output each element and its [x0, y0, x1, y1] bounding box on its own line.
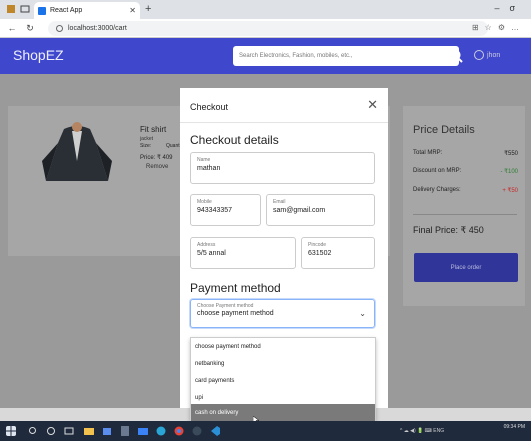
- browser-tab[interactable]: React App ✕: [34, 2, 140, 19]
- language-indicator[interactable]: ENG: [433, 428, 444, 434]
- price-row-label: Discount on MRP:: [413, 168, 462, 174]
- close-icon[interactable]: ✕: [367, 97, 378, 113]
- new-tab-icon[interactable]: +: [145, 3, 151, 15]
- product-size-label: Size:: [140, 143, 152, 149]
- search-input[interactable]: Search Electronics, Fashion, mobiles, et…: [233, 46, 459, 66]
- user-avatar-icon: [474, 50, 484, 60]
- address-field[interactable]: Address 5/5 annal: [190, 237, 296, 269]
- product-subtitle: jacket: [140, 136, 154, 142]
- modal-title: Checkout: [190, 102, 229, 112]
- checkout-details-title: Checkout details: [190, 133, 279, 147]
- window-controls[interactable]: –σ: [494, 3, 525, 13]
- task-view-icon[interactable]: [64, 426, 74, 436]
- remove-button[interactable]: Remove: [146, 164, 168, 170]
- product-quantity-label: Quant: [166, 143, 180, 149]
- price-row-label: Total MRP:: [413, 150, 443, 156]
- search-icon[interactable]: [448, 47, 464, 65]
- product-title[interactable]: Fit shirt: [140, 125, 166, 134]
- product-image: [42, 122, 112, 181]
- option-choose[interactable]: choose payment method: [191, 338, 375, 355]
- option-card-payments[interactable]: card payments: [191, 372, 375, 389]
- vscode-icon[interactable]: [210, 426, 220, 436]
- email-field[interactable]: Email sam@gmail.com: [266, 194, 375, 226]
- chevron-down-icon[interactable]: ⌄: [359, 309, 366, 318]
- calculator-icon[interactable]: [120, 426, 130, 436]
- close-tab-icon[interactable]: ✕: [129, 6, 136, 15]
- url-field[interactable]: localhost:3000/cart: [48, 21, 488, 36]
- select-label: Choose Payment method: [197, 303, 254, 309]
- field-value: mathan: [197, 165, 221, 172]
- payment-method-title: Payment method: [190, 281, 281, 295]
- price-row-value: - ₹100: [500, 169, 519, 175]
- browser-actions-icons[interactable]: ⊞☆⚙…: [472, 23, 525, 32]
- field-label: Mobile: [197, 199, 212, 205]
- windows-start-icon[interactable]: [6, 426, 16, 436]
- store-icon[interactable]: [102, 426, 112, 436]
- clock[interactable]: 09:34 PM: [504, 424, 525, 431]
- browser-tab-bar: React App ✕ + –σ: [0, 0, 531, 19]
- product-price: Price: ₹ 409: [140, 155, 173, 161]
- search-taskbar-icon[interactable]: [28, 426, 38, 436]
- price-row-discount: Discount on MRP: - ₹100: [413, 168, 519, 175]
- reload-icon[interactable]: ↻: [24, 23, 36, 34]
- user-profile[interactable]: jhon: [474, 50, 500, 60]
- user-name: jhon: [487, 51, 501, 59]
- payment-method-select[interactable]: Choose Payment method choose payment met…: [190, 299, 375, 328]
- field-value: sam@gmail.com: [273, 207, 326, 214]
- price-row-total-mrp: Total MRP: ₹550: [413, 150, 518, 157]
- pincode-field[interactable]: Pincode 631502: [301, 237, 375, 269]
- tab-title: React App: [50, 7, 83, 14]
- app-header: ShopEZ Search Electronics, Fashion, mobi…: [0, 38, 531, 74]
- option-cash-on-delivery[interactable]: cash on delivery: [191, 404, 375, 421]
- field-value: 631502: [308, 250, 332, 257]
- field-label: Pincode: [308, 242, 327, 248]
- price-row-label: Delivery Charges:: [413, 187, 461, 193]
- react-app-favicon-icon: [38, 6, 46, 15]
- field-value: 943343357: [197, 207, 233, 214]
- place-order-button[interactable]: Place order: [414, 253, 518, 282]
- tab-switch-icon[interactable]: [20, 4, 30, 14]
- price-row-value: + ₹50: [502, 188, 518, 194]
- field-label: Address: [197, 242, 216, 248]
- chrome-icon[interactable]: [174, 426, 184, 436]
- divider: [413, 214, 517, 215]
- back-arrow-icon[interactable]: ←: [6, 23, 18, 33]
- mobile-field[interactable]: Mobile 943343357: [190, 194, 261, 226]
- edge-icon[interactable]: [156, 426, 166, 436]
- final-price: Final Price: ₹ 450: [413, 225, 484, 235]
- url-text: localhost:3000/cart: [68, 25, 127, 32]
- price-details-title: Price Details: [413, 124, 475, 136]
- cortana-icon[interactable]: [46, 426, 56, 436]
- price-row-value: ₹550: [504, 151, 518, 157]
- app-menu-icon[interactable]: [6, 4, 16, 14]
- brand-logo[interactable]: ShopEZ: [13, 47, 64, 63]
- modal-header: Checkout ✕: [180, 88, 388, 123]
- payment-options-dropdown: choose payment method netbanking card pa…: [190, 337, 376, 421]
- info-icon: [56, 25, 63, 32]
- address-bar: ← ↻ localhost:3000/cart ⊞☆⚙…: [0, 19, 531, 38]
- field-label: Name: [197, 157, 211, 163]
- name-field[interactable]: Name mathan: [190, 152, 375, 184]
- mail-icon[interactable]: [138, 426, 148, 436]
- windows-taskbar: ^ ☁ ◀) 🔋 ⌨ ENG 09:34 PM: [0, 421, 531, 441]
- option-netbanking[interactable]: netbanking: [191, 355, 375, 372]
- field-label: Email: [273, 199, 286, 205]
- file-explorer-icon[interactable]: [84, 426, 94, 436]
- obs-icon[interactable]: [192, 426, 202, 436]
- system-tray-icons[interactable]: ^ ☁ ◀) 🔋 ⌨ ENG: [400, 428, 444, 434]
- select-value: choose payment method: [197, 310, 274, 317]
- price-row-delivery: Delivery Charges: + ₹50: [413, 187, 518, 194]
- field-value: 5/5 annal: [197, 250, 226, 257]
- clock-time: 09:34 PM: [503, 424, 525, 430]
